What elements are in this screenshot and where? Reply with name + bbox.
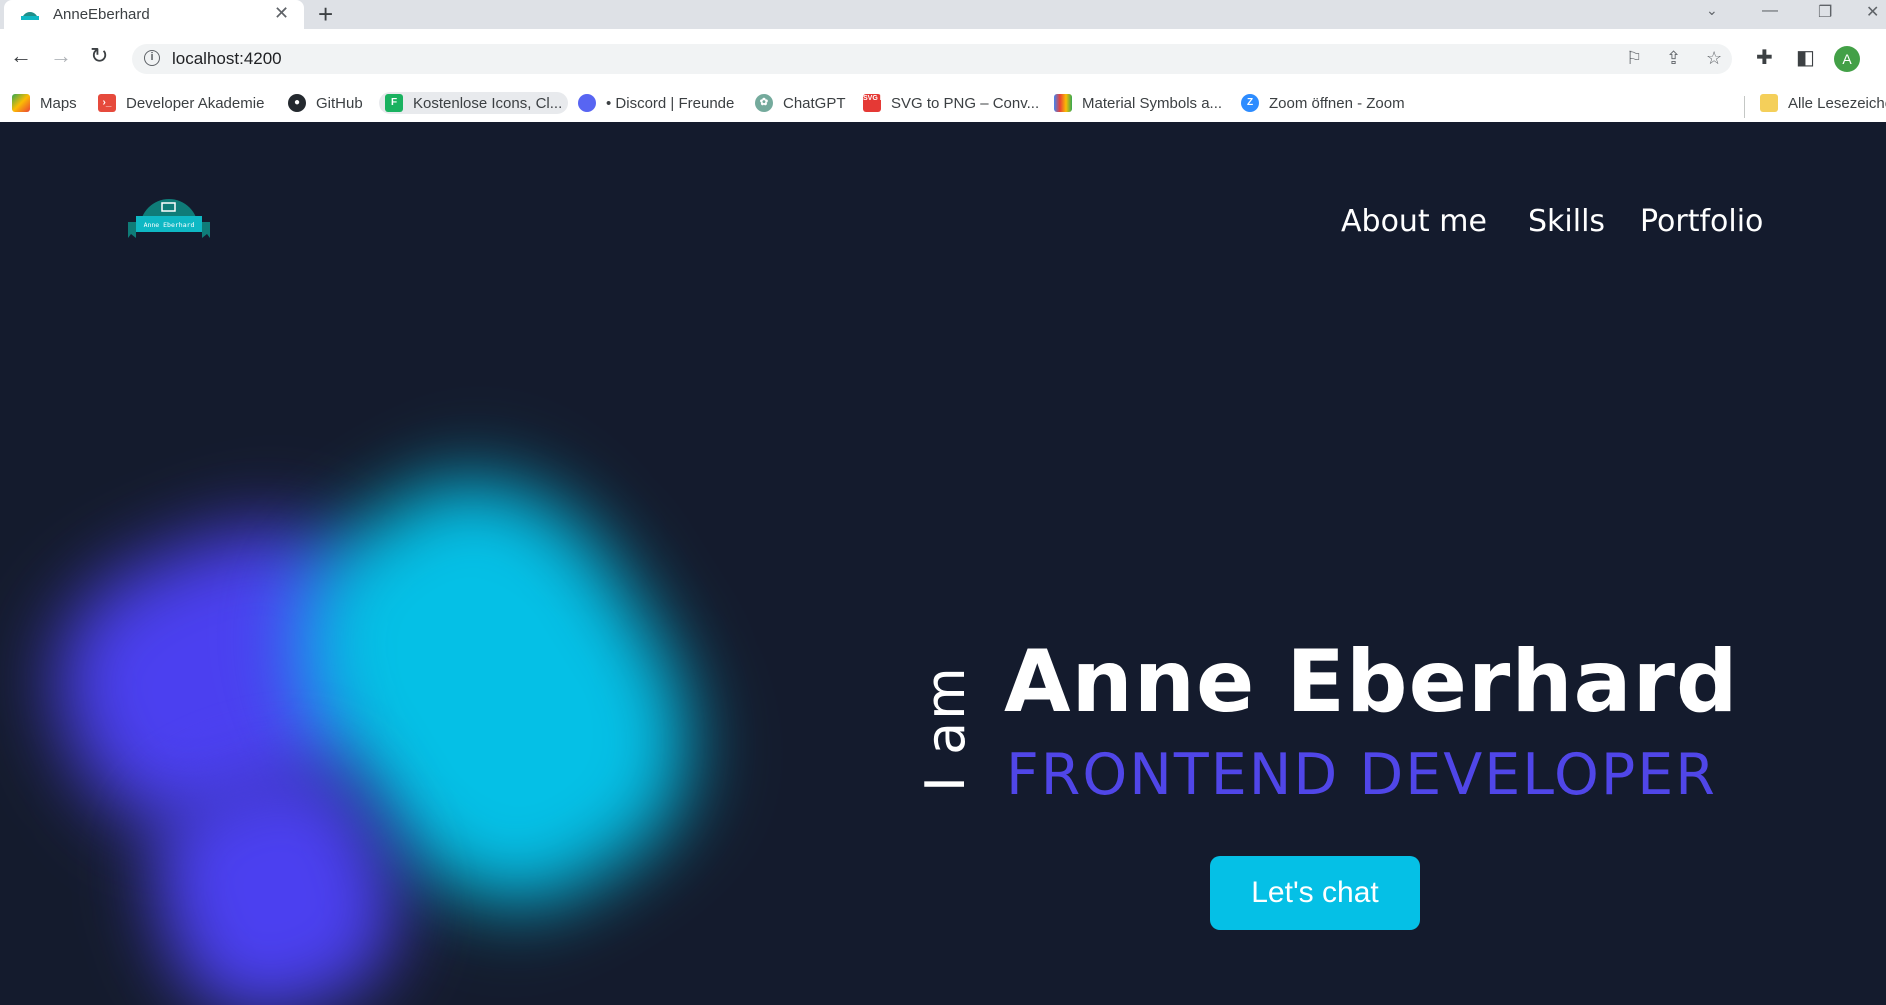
nav-about-me[interactable]: About me <box>1341 204 1487 239</box>
bookmark-material-symbols[interactable]: Material Symbols a... <box>1054 92 1222 114</box>
logo-text: Anne Eberhard <box>144 221 195 229</box>
bookmark-label: SVG to PNG – Conv... <box>891 94 1040 112</box>
side-panel-icon[interactable]: ◧ <box>1796 45 1815 70</box>
browser-tab[interactable]: AnneEberhard ✕ <box>4 0 304 29</box>
url-text[interactable]: localhost:4200 <box>172 49 282 69</box>
portfolio-page: Anne Eberhard About me Skills Portfolio … <box>0 122 1886 1005</box>
bookmark-star-icon[interactable]: ☆ <box>1706 48 1722 69</box>
hero-role: FRONTEND DEVELOPER <box>1006 742 1717 808</box>
bookmark-developer-akademie[interactable]: ›_ Developer Akademie <box>98 92 264 114</box>
lets-chat-button[interactable]: Let's chat <box>1210 856 1420 930</box>
bookmarks-divider <box>1744 96 1745 118</box>
profile-avatar[interactable]: A <box>1834 46 1860 72</box>
material-symbols-icon <box>1054 94 1072 112</box>
bookmark-zoom[interactable]: Z Zoom öffnen - Zoom <box>1241 92 1405 114</box>
svg-png-icon: SVG PNG <box>863 94 895 112</box>
tab-close-icon[interactable]: ✕ <box>274 3 289 24</box>
bookmark-all-bookmarks[interactable]: Alle Lesezeiche <box>1760 92 1886 114</box>
bookmark-chatgpt[interactable]: ✿ ChatGPT <box>755 92 846 114</box>
bookmark-label: Kostenlose Icons, Cl... <box>413 94 563 112</box>
tab-title: AnneEberhard <box>53 6 150 23</box>
browser-toolbar: ← → ↻ i localhost:4200 ⚐ ⇪ ☆ ✚ ◧ A <box>0 29 1886 90</box>
extensions-icon[interactable]: ✚ <box>1756 45 1773 70</box>
nav-skills[interactable]: Skills <box>1528 204 1605 239</box>
share-icon[interactable]: ⇪ <box>1666 48 1681 69</box>
github-icon: ● <box>288 94 306 112</box>
back-arrow-icon[interactable]: ← <box>10 43 32 69</box>
translate-icon[interactable]: ⚐ <box>1626 48 1642 69</box>
discord-icon <box>578 94 596 112</box>
site-logo[interactable]: Anne Eberhard <box>128 192 210 248</box>
zoom-icon: Z <box>1241 94 1259 112</box>
bookmark-github[interactable]: ● GitHub <box>288 92 363 114</box>
hero-name: Anne Eberhard <box>1004 632 1739 732</box>
maps-icon <box>12 94 30 112</box>
bookmark-discord[interactable]: • Discord | Freunde <box>578 92 734 114</box>
restore-icon[interactable]: ❐ <box>1818 2 1832 22</box>
window-close-icon[interactable]: ✕ <box>1866 2 1879 22</box>
bookmark-label: Alle Lesezeiche <box>1788 94 1886 112</box>
bookmark-label: Zoom öffnen - Zoom <box>1269 94 1405 112</box>
tab-strip: AnneEberhard ✕ + ⌄ — ❐ ✕ <box>0 0 1886 29</box>
minimize-icon[interactable]: — <box>1762 2 1778 20</box>
folder-icon <box>1760 94 1778 112</box>
bookmarks-bar: Maps ›_ Developer Akademie ● GitHub F Ko… <box>0 84 1886 122</box>
bookmark-label: ChatGPT <box>783 94 846 112</box>
new-tab-icon[interactable]: + <box>318 0 333 29</box>
tab-search-chevron-icon[interactable]: ⌄ <box>1706 2 1718 19</box>
address-bar[interactable]: i localhost:4200 ⚐ ⇪ ☆ <box>132 44 1732 74</box>
site-info-icon[interactable]: i <box>144 50 160 66</box>
bookmark-label: • Discord | Freunde <box>606 94 735 112</box>
reload-icon[interactable]: ↻ <box>90 43 108 69</box>
developer-akademie-icon: ›_ <box>98 94 116 112</box>
forward-arrow-icon[interactable]: → <box>50 43 72 69</box>
bookmark-flaticon[interactable]: F Kostenlose Icons, Cl... <box>379 92 569 114</box>
site-favicon-icon <box>21 12 39 20</box>
bookmark-label: Maps <box>40 94 77 112</box>
bookmark-maps[interactable]: Maps <box>12 92 77 114</box>
bookmark-label: Material Symbols a... <box>1082 94 1223 112</box>
hero-intro: I am <box>914 665 977 792</box>
nav-portfolio[interactable]: Portfolio <box>1640 204 1763 239</box>
bookmark-label: Developer Akademie <box>126 94 265 112</box>
bookmark-svg-to-png[interactable]: SVG PNG SVG to PNG – Conv... <box>863 92 1039 114</box>
chatgpt-icon: ✿ <box>755 94 773 112</box>
flaticon-icon: F <box>385 94 403 112</box>
bookmark-label: GitHub <box>316 94 363 112</box>
